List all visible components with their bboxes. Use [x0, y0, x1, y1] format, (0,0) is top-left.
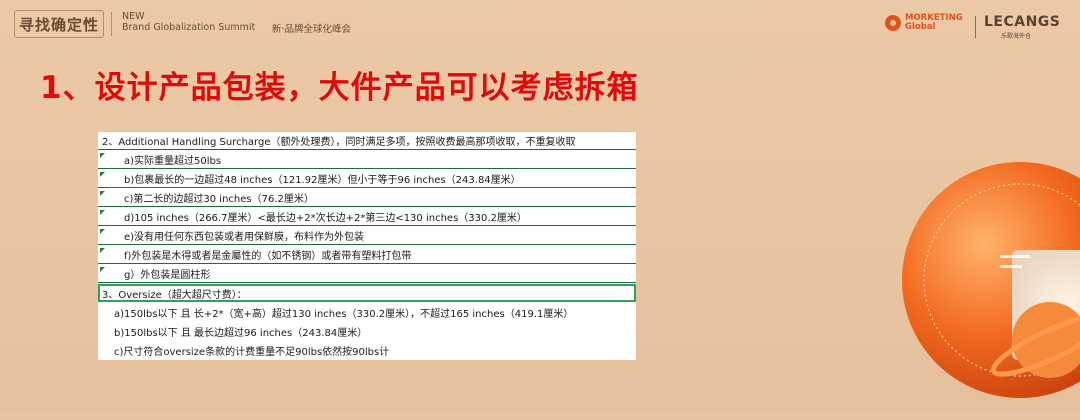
table-row: b)150lbs以下 且 最长边超过96 inches（243.84厘米） — [98, 322, 636, 340]
table-cell: 3、Oversize（超大超尺寸费）： — [102, 289, 247, 301]
highlight-bar — [1000, 255, 1030, 258]
comment-marker-icon — [100, 191, 105, 196]
table-cell: f)外包装是木得或者是金屬性的（如不锈钢）或者带有塑料打包带 — [124, 251, 412, 262]
table-cell: b)包裹最长的一边超过48 inches（121.92厘米）但小于等于96 in… — [124, 175, 521, 186]
morketing-icon — [885, 15, 901, 31]
table-row-selected[interactable]: 3、Oversize（超大超尺寸费）： — [98, 284, 636, 302]
table-row: e)没有用任何东西包装或者用保鲜膜，布料作为外包装 — [98, 227, 636, 245]
comment-marker-icon — [100, 267, 105, 272]
table-cell: g）外包装是圆柱形 — [124, 270, 211, 281]
event-line1: NEW — [122, 11, 145, 22]
lecangs-logo: LECANGS — [984, 14, 1061, 30]
table-cell: 2、Additional Handling Surcharge（额外处理费），同… — [102, 137, 576, 148]
table-row: b)包裹最长的一边超过48 inches（121.92厘米）但小于等于96 in… — [98, 170, 636, 188]
table-row: f)外包装是木得或者是金屬性的（如不锈钢）或者带有塑料打包带 — [98, 246, 636, 264]
comment-marker-icon — [100, 248, 105, 253]
logo-divider — [975, 16, 976, 38]
morketing-line2: Global — [905, 22, 936, 32]
table-row: d)105 inches（266.7厘米）<最长边+2*次长边+2*第三边<13… — [98, 208, 636, 226]
table-cell: d)105 inches（266.7厘米）<最长边+2*次长边+2*第三边<13… — [124, 213, 527, 224]
comment-marker-icon — [100, 153, 105, 158]
table-cell: b)150lbs以下 且 最长边超过96 inches（243.84厘米） — [114, 327, 368, 339]
event-name-cn: 新·品牌全球化峰会 — [272, 24, 352, 35]
table-row: c)第二长的边超过30 inches（76.2厘米） — [98, 189, 636, 207]
surcharge-table: 2、Additional Handling Surcharge（额外处理费），同… — [98, 132, 636, 360]
comment-marker-icon — [100, 172, 105, 177]
table-cell: a)150lbs以下 且 长+2*（宽+高）超过130 inches（330.2… — [114, 308, 574, 320]
table-cell: a)实际重量超过50lbs — [124, 156, 222, 167]
table-cell: c)第二长的边超过30 inches（76.2厘米） — [124, 194, 314, 205]
table-cell: c)尺寸符合oversize条款的计费重量不足90lbs依然按90lbs计 — [114, 346, 390, 358]
table-cell: e)没有用任何东西包装或者用保鲜膜，布料作为外包装 — [124, 232, 365, 243]
summit-logo: 寻找确定性 — [14, 10, 104, 38]
comment-marker-icon — [100, 210, 105, 215]
morketing-logo: MORKETING Global — [885, 14, 963, 32]
comment-marker-icon — [100, 229, 105, 234]
header-divider — [111, 12, 112, 36]
table-row: 2、Additional Handling Surcharge（额外处理费），同… — [98, 132, 636, 150]
slide-header: 寻找确定性 NEW Brand Globalization Summit 新·品… — [0, 0, 1080, 50]
table-row: g）外包装是圆柱形 — [98, 265, 636, 283]
lecangs-sub: 乐歌海外仓 — [1001, 33, 1032, 40]
table-row: a)150lbs以下 且 长+2*（宽+高）超过130 inches（330.2… — [98, 303, 636, 321]
table-row: c)尺寸符合oversize条款的计费重量不足90lbs依然按90lbs计 — [98, 341, 636, 359]
event-name: NEW Brand Globalization Summit — [122, 11, 255, 33]
table-row: a)实际重量超过50lbs — [98, 151, 636, 169]
event-line2: Brand Globalization Summit — [122, 22, 256, 33]
decorative-3d-graphic — [902, 162, 1080, 398]
slide-title: 1、设计产品包装，大件产品可以考虑拆箱 — [40, 70, 639, 106]
highlight-bar — [1000, 265, 1022, 268]
